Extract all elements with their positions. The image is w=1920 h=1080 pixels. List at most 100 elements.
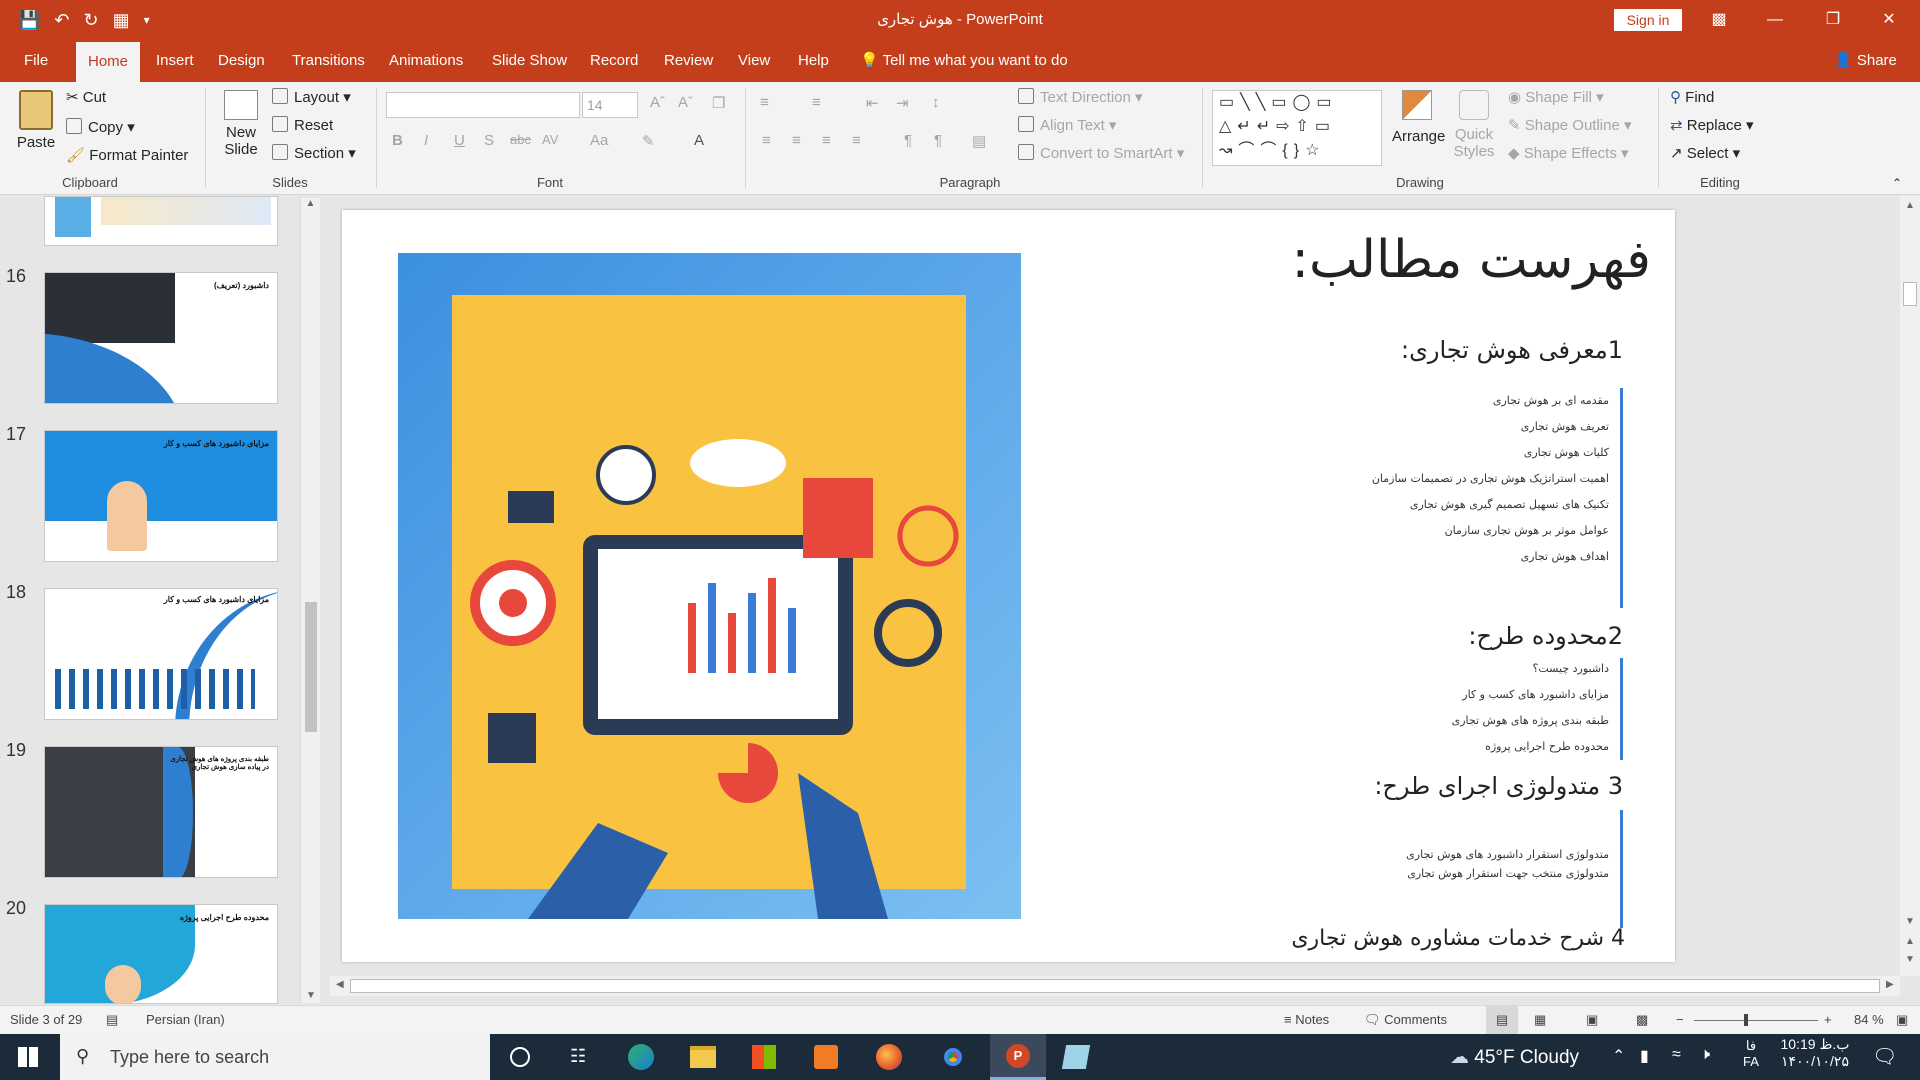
slide-3[interactable]: فهرست مطالب: 1معرفی هوش تجاری: مقدمه ای …	[342, 210, 1675, 962]
tell-me-search[interactable]: 💡 Tell me what you want to do	[860, 40, 1068, 82]
language-indicator[interactable]: Persian (Iran)	[146, 1006, 225, 1034]
notepad-icon[interactable]	[1061, 1045, 1091, 1069]
tab-file[interactable]: File	[12, 40, 60, 82]
paste-button[interactable]: Paste	[14, 90, 58, 151]
language-switcher[interactable]: فا FA	[1738, 1038, 1764, 1069]
line-spacing-icon[interactable]: ↕	[932, 94, 940, 111]
arrange-button[interactable]: Arrange	[1392, 90, 1445, 145]
shrink-font-icon[interactable]: Aˇ	[678, 94, 693, 111]
select-button[interactable]: ↗ Select ▾	[1670, 144, 1740, 162]
section-3-item[interactable]: متدولوژی استقرار داشبورد های هوش تجاری	[1406, 848, 1609, 861]
slideshow-view-icon[interactable]: ▩	[1636, 1006, 1648, 1034]
zoom-in-icon[interactable]: +	[1824, 1006, 1832, 1034]
align-center-icon[interactable]: ≡	[792, 132, 801, 149]
find-button[interactable]: ⚲ Find	[1670, 88, 1714, 106]
task-view-icon[interactable]: ☷	[570, 1046, 586, 1067]
wifi-icon[interactable]: ≈	[1672, 1046, 1681, 1064]
scroll-down-icon[interactable]: ▼	[1900, 916, 1920, 927]
section-1-item[interactable]: اهداف هوش تجاری	[1521, 550, 1609, 563]
align-left-icon[interactable]: ≡	[762, 132, 771, 149]
slide-thumbnail-15[interactable]	[44, 196, 278, 246]
slide-thumbnail-18[interactable]: مزایای داشبورد های کسب و کار	[44, 588, 278, 720]
highlight-icon[interactable]: ✎	[642, 132, 655, 150]
fit-to-window-icon[interactable]: ▣	[1896, 1006, 1908, 1034]
slide-thumbnail-16[interactable]: داشبورد (تعریف)	[44, 272, 278, 404]
scroll-down-icon[interactable]: ▼	[301, 990, 321, 1001]
section-1-item[interactable]: کلیات هوش تجاری	[1524, 446, 1609, 459]
horizontal-scroll-thumb[interactable]	[350, 979, 1880, 993]
slide-thumbnail-20[interactable]: محدوده طرح اجرایی پروژه	[44, 904, 278, 1004]
collapse-ribbon-icon[interactable]: ⌃	[1892, 176, 1902, 190]
strikethrough-icon[interactable]: abc	[510, 132, 531, 147]
section-2-item[interactable]: مزایای داشبورد های کسب و کار	[1462, 688, 1609, 701]
font-name-combo[interactable]	[386, 92, 580, 118]
text-shadow-icon[interactable]: S	[484, 132, 494, 149]
next-slide-icon[interactable]: ▼	[1900, 954, 1920, 965]
tab-help[interactable]: Help	[786, 40, 841, 82]
shapes-gallery[interactable]: ▭╲╲▭◯▭ △↵↵⇨⇧▭ ↝⌒⌒{}☆	[1212, 90, 1382, 166]
font-color-icon[interactable]: A	[694, 132, 704, 149]
battery-icon[interactable]: ▮	[1640, 1046, 1649, 1066]
firefox-icon[interactable]	[876, 1044, 902, 1070]
tab-record[interactable]: Record	[578, 40, 650, 82]
volume-icon[interactable]: 🕨	[1700, 1046, 1710, 1064]
windows-start-icon[interactable]	[18, 1047, 38, 1067]
powerpoint-taskbar-icon[interactable]: P	[990, 1034, 1046, 1080]
bold-icon[interactable]: B	[392, 132, 403, 149]
change-case-icon[interactable]: Aa	[590, 132, 608, 149]
replace-button[interactable]: ⇄ Replace ▾	[1670, 116, 1754, 134]
columns-icon[interactable]: ▤	[972, 132, 986, 150]
store-icon[interactable]	[752, 1045, 776, 1069]
tab-review[interactable]: Review	[652, 40, 725, 82]
scroll-left-icon[interactable]: ◀	[336, 979, 344, 990]
zoom-level[interactable]: 84 %	[1854, 1006, 1884, 1034]
slide-thumbnail-19[interactable]: طبقه بندی پروژه های هوش تجاری در پیاده س…	[44, 746, 278, 878]
quick-styles-button[interactable]: Quick Styles	[1452, 90, 1496, 160]
weather-widget[interactable]: ☁ 45°F Cloudy	[1450, 1046, 1579, 1069]
section-2-item[interactable]: طبقه بندی پروژه های هوش تجاری	[1452, 714, 1609, 727]
slide-thumbnail-17[interactable]: مزایای داشبورد های کسب و کار	[44, 430, 278, 562]
maximize-icon[interactable]: ❐	[1810, 0, 1856, 40]
shape-outline-button[interactable]: ✎ Shape Outline ▾	[1508, 116, 1632, 134]
undo-icon[interactable]: ↶	[54, 10, 69, 31]
normal-view-icon[interactable]: ▤	[1486, 1006, 1518, 1034]
section-2-item[interactable]: محدوده طرح اجرایی پروژه	[1485, 740, 1609, 753]
character-spacing-icon[interactable]: AV	[542, 132, 558, 147]
tab-transitions[interactable]: Transitions	[280, 40, 377, 82]
media-player-icon[interactable]	[814, 1045, 838, 1069]
align-text-button[interactable]: Align Text ▾	[1018, 116, 1116, 134]
ltr-icon[interactable]: ¶	[904, 132, 912, 149]
section-1-item[interactable]: اهمیت استراتژیک هوش تجاری در تصمیمات ساز…	[1372, 472, 1609, 485]
previous-slide-icon[interactable]: ▲	[1900, 936, 1920, 947]
close-icon[interactable]: ✕	[1866, 0, 1912, 40]
tab-design[interactable]: Design	[206, 40, 277, 82]
shape-fill-button[interactable]: ◉ Shape Fill ▾	[1508, 88, 1604, 106]
shape-effects-button[interactable]: ◆ Shape Effects ▾	[1508, 144, 1629, 162]
file-explorer-icon[interactable]	[690, 1046, 716, 1068]
thumbnail-scrollbar[interactable]: ▲ ▼	[300, 198, 320, 1003]
rtl-icon[interactable]: ¶	[934, 132, 942, 149]
redo-icon[interactable]: ↻	[84, 10, 99, 31]
spelling-icon[interactable]: ▤	[106, 1006, 118, 1034]
clock[interactable]: 10:19 ب.ظ ۱۴۰۰/۱۰/۲۵	[1770, 1036, 1860, 1070]
cortana-icon[interactable]	[510, 1047, 530, 1067]
section-1-item[interactable]: مقدمه ای بر هوش تجاری	[1493, 394, 1609, 407]
decrease-indent-icon[interactable]: ⇤	[866, 94, 879, 112]
tab-view[interactable]: View	[726, 40, 782, 82]
minimize-icon[interactable]: —	[1752, 0, 1798, 40]
tab-insert[interactable]: Insert	[144, 40, 206, 82]
tab-home[interactable]: Home	[76, 42, 141, 82]
edge-icon[interactable]	[628, 1044, 654, 1070]
notes-button[interactable]: ≡ Notes	[1284, 1006, 1329, 1034]
save-icon[interactable]: 💾	[18, 10, 40, 31]
slide-vertical-scrollbar[interactable]: ▲ ▼ ▲ ▼	[1900, 196, 1920, 976]
scroll-up-icon[interactable]: ▲	[1900, 200, 1920, 211]
share-button[interactable]: 👤 Share	[1834, 40, 1897, 82]
layout-button[interactable]: Layout ▾	[272, 88, 351, 106]
show-hidden-icons[interactable]: ⌃	[1612, 1046, 1625, 1066]
increase-indent-icon[interactable]: ⇥	[896, 94, 909, 112]
underline-icon[interactable]: U	[454, 132, 465, 149]
slide-horizontal-scrollbar[interactable]: ◀ ▶	[330, 976, 1900, 996]
clear-formatting-icon[interactable]: ❐	[712, 94, 725, 112]
slide-sorter-icon[interactable]: ▦	[1534, 1006, 1546, 1034]
